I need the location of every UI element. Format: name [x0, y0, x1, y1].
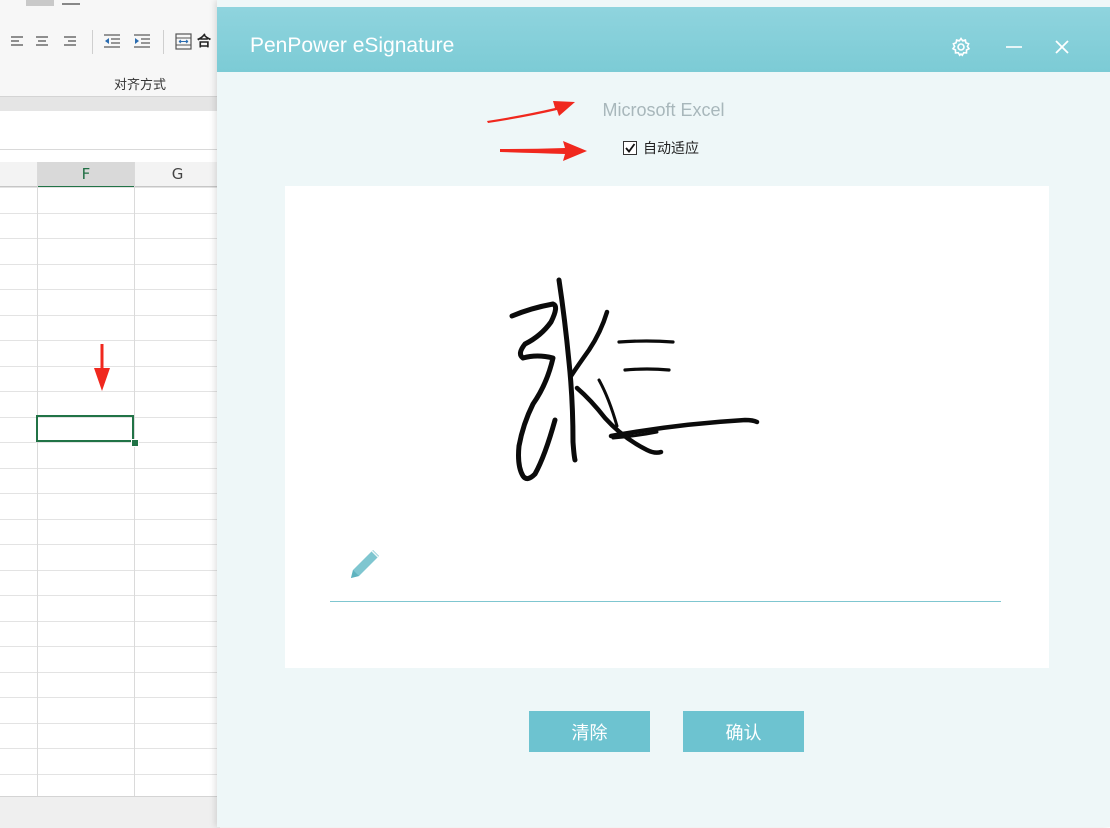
align-left-button[interactable] — [8, 31, 26, 51]
row-divider — [0, 518, 220, 520]
toolbar-separator — [92, 30, 93, 54]
gear-icon — [951, 37, 971, 57]
align-left-icon — [11, 36, 23, 46]
ribbon-top-control[interactable] — [26, 0, 54, 6]
autofit-option[interactable]: 自动适应 — [623, 138, 699, 158]
confirm-button[interactable]: 确认 — [683, 711, 804, 752]
merge-cells-button[interactable] — [172, 31, 194, 51]
ribbon: 合 对齐方式 — [0, 0, 220, 97]
status-bar — [0, 796, 220, 828]
target-app-name: Microsoft Excel — [602, 100, 725, 120]
align-right-button[interactable] — [59, 31, 81, 51]
row-divider — [0, 238, 220, 239]
excel-window: 合 对齐方式 F G — [0, 0, 221, 828]
active-cell[interactable] — [36, 415, 134, 442]
row-divider — [0, 748, 220, 749]
row-divider — [0, 569, 220, 571]
ribbon-collapse-bar — [0, 96, 220, 111]
clear-button[interactable]: 清除 — [529, 711, 650, 752]
red-arrow-annotation — [487, 101, 575, 123]
title-bar[interactable]: PenPower eSignature — [217, 7, 1110, 72]
increase-indent-button[interactable] — [130, 31, 154, 51]
formula-bar[interactable] — [0, 111, 220, 150]
row-divider — [0, 544, 220, 545]
ribbon-group-label: 对齐方式 — [113, 78, 166, 93]
minimize-icon — [1006, 46, 1022, 48]
red-arrow-annotation-2 — [500, 141, 587, 161]
row-divider — [0, 493, 220, 494]
column-divider — [134, 162, 135, 796]
row-divider — [0, 340, 220, 341]
merge-cells-icon — [174, 32, 192, 50]
row-divider — [0, 697, 220, 698]
autofit-checkbox[interactable] — [623, 141, 637, 155]
align-center-button[interactable] — [32, 31, 52, 51]
row-divider — [0, 595, 220, 596]
cell-grid[interactable] — [0, 187, 220, 795]
row-divider — [0, 289, 220, 290]
checkmark-icon — [625, 143, 636, 153]
align-center-icon — [36, 36, 48, 46]
dialog-title: PenPower eSignature — [250, 34, 455, 57]
column-header-g[interactable]: G — [135, 162, 221, 187]
ribbon-top-control-2[interactable] — [62, 3, 80, 5]
red-arrow-down-annotation — [94, 344, 110, 391]
row-divider — [0, 442, 220, 443]
row-divider — [0, 467, 220, 469]
decrease-indent-icon — [104, 34, 120, 48]
settings-button[interactable] — [947, 33, 975, 61]
fill-handle[interactable] — [131, 439, 139, 447]
column-divider — [37, 162, 38, 796]
decrease-indent-button[interactable] — [100, 31, 124, 51]
row-divider — [0, 646, 220, 647]
row-divider — [0, 773, 220, 775]
pen-icon — [351, 550, 379, 578]
close-icon — [1055, 40, 1069, 54]
row-divider — [0, 722, 220, 724]
autofit-label: 自动适应 — [643, 141, 699, 157]
row-divider — [0, 212, 220, 214]
minimize-button[interactable] — [1000, 33, 1028, 61]
row-divider — [0, 314, 220, 316]
row-divider — [0, 187, 220, 188]
align-right-icon — [64, 36, 76, 46]
row-divider — [0, 671, 220, 673]
toolbar-separator-2 — [163, 30, 164, 54]
column-header-f[interactable]: F — [38, 162, 135, 188]
row-divider — [0, 620, 220, 622]
increase-indent-icon — [134, 34, 150, 48]
merge-button-label: 合 — [197, 34, 211, 50]
esignature-dialog: PenPower eSignature Microsoft Excel 自动适应 — [217, 0, 1110, 827]
column-header-e[interactable] — [0, 162, 38, 187]
close-button[interactable] — [1048, 33, 1076, 61]
handwritten-signature — [509, 277, 760, 482]
row-divider — [0, 263, 220, 265]
signature-baseline — [330, 601, 1001, 602]
